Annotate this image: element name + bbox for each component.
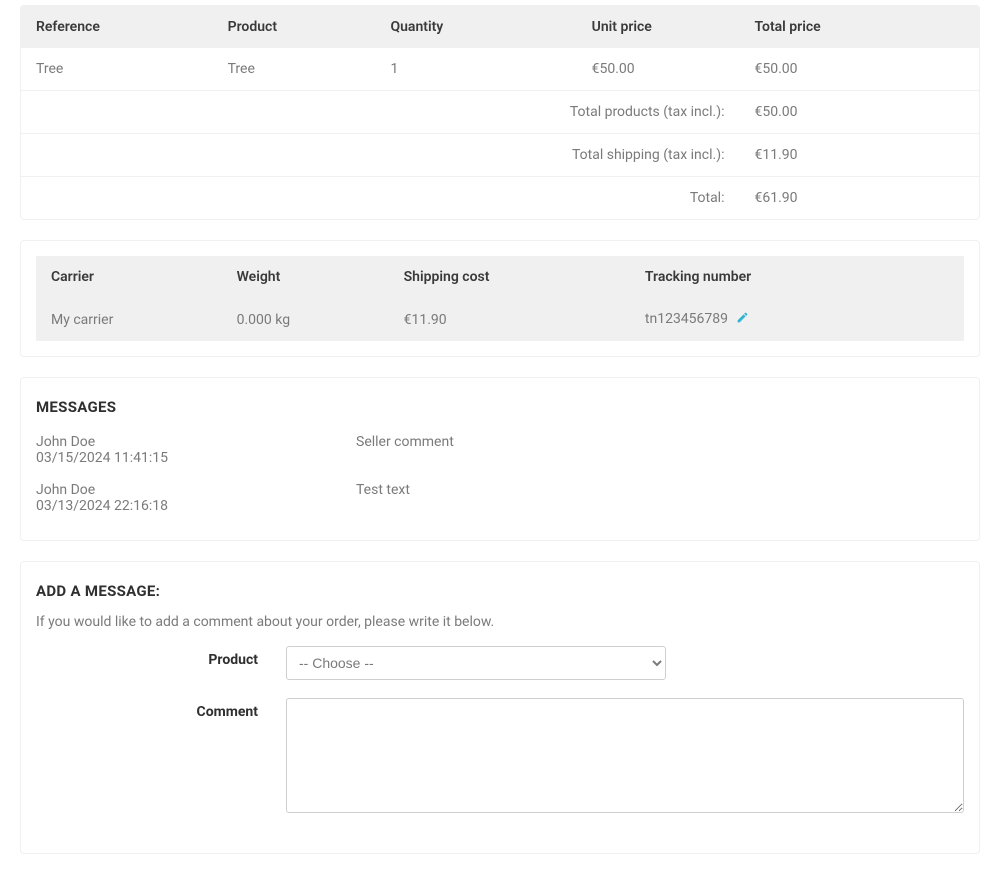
th-unit-price: Unit price bbox=[577, 6, 740, 48]
summary-row-total: Total: €61.90 bbox=[21, 177, 979, 220]
cell-shipping-cost: €11.90 bbox=[389, 298, 630, 341]
message-text: Test text bbox=[356, 482, 964, 514]
message-item: John Doe 03/15/2024 11:41:15 Seller comm… bbox=[36, 426, 964, 474]
message-item: John Doe 03/13/2024 22:16:18 Test text bbox=[36, 474, 964, 522]
table-row: Tree Tree 1 €50.00 €50.00 bbox=[21, 48, 979, 91]
add-message-title: ADD A MESSAGE: bbox=[36, 566, 964, 610]
pencil-icon[interactable] bbox=[736, 311, 749, 328]
messages-card: MESSAGES John Doe 03/15/2024 11:41:15 Se… bbox=[20, 377, 980, 541]
products-table: Reference Product Quantity Unit price To… bbox=[21, 6, 979, 219]
message-timestamp: 03/15/2024 11:41:15 bbox=[36, 450, 356, 466]
form-row-product: Product -- Choose -- bbox=[36, 646, 964, 680]
table-row: My carrier 0.000 kg €11.90 tn123456789 bbox=[36, 298, 964, 341]
cell-tracking: tn123456789 bbox=[630, 298, 964, 341]
th-carrier: Carrier bbox=[36, 256, 222, 298]
comment-textarea[interactable] bbox=[286, 698, 964, 813]
summary-label: Total: bbox=[21, 177, 739, 220]
th-product: Product bbox=[213, 6, 376, 48]
summary-value: €11.90 bbox=[739, 134, 979, 177]
cell-reference: Tree bbox=[21, 48, 213, 91]
th-tracking: Tracking number bbox=[630, 256, 964, 298]
message-timestamp: 03/13/2024 22:16:18 bbox=[36, 498, 356, 514]
summary-row-shipping: Total shipping (tax incl.): €11.90 bbox=[21, 134, 979, 177]
message-text: Seller comment bbox=[356, 434, 964, 466]
cell-quantity: 1 bbox=[375, 48, 576, 91]
add-message-card: ADD A MESSAGE: If you would like to add … bbox=[20, 561, 980, 854]
summary-label: Total shipping (tax incl.): bbox=[21, 134, 739, 177]
messages-title: MESSAGES bbox=[36, 382, 964, 426]
product-select[interactable]: -- Choose -- bbox=[286, 646, 666, 680]
cell-unit-price: €50.00 bbox=[577, 48, 740, 91]
tracking-number[interactable]: tn123456789 bbox=[645, 311, 728, 327]
summary-value: €50.00 bbox=[739, 91, 979, 134]
th-shipping-cost: Shipping cost bbox=[389, 256, 630, 298]
shipping-table: Carrier Weight Shipping cost Tracking nu… bbox=[36, 256, 964, 341]
message-author: John Doe bbox=[36, 434, 356, 450]
th-quantity: Quantity bbox=[375, 6, 576, 48]
comment-label: Comment bbox=[36, 698, 286, 720]
add-message-hint: If you would like to add a comment about… bbox=[36, 610, 964, 646]
th-reference: Reference bbox=[21, 6, 213, 48]
shipping-card: Carrier Weight Shipping cost Tracking nu… bbox=[20, 240, 980, 357]
form-row-comment: Comment bbox=[36, 698, 964, 817]
order-products-card: Reference Product Quantity Unit price To… bbox=[20, 5, 980, 220]
product-label: Product bbox=[36, 646, 286, 668]
summary-label: Total products (tax incl.): bbox=[21, 91, 739, 134]
message-author: John Doe bbox=[36, 482, 356, 498]
cell-weight: 0.000 kg bbox=[222, 298, 389, 341]
summary-value: €61.90 bbox=[739, 177, 979, 220]
cell-total-price: €50.00 bbox=[739, 48, 979, 91]
cell-carrier: My carrier bbox=[36, 298, 222, 341]
th-total-price: Total price bbox=[739, 6, 979, 48]
cell-product: Tree bbox=[213, 48, 376, 91]
th-weight: Weight bbox=[222, 256, 389, 298]
summary-row-products: Total products (tax incl.): €50.00 bbox=[21, 91, 979, 134]
